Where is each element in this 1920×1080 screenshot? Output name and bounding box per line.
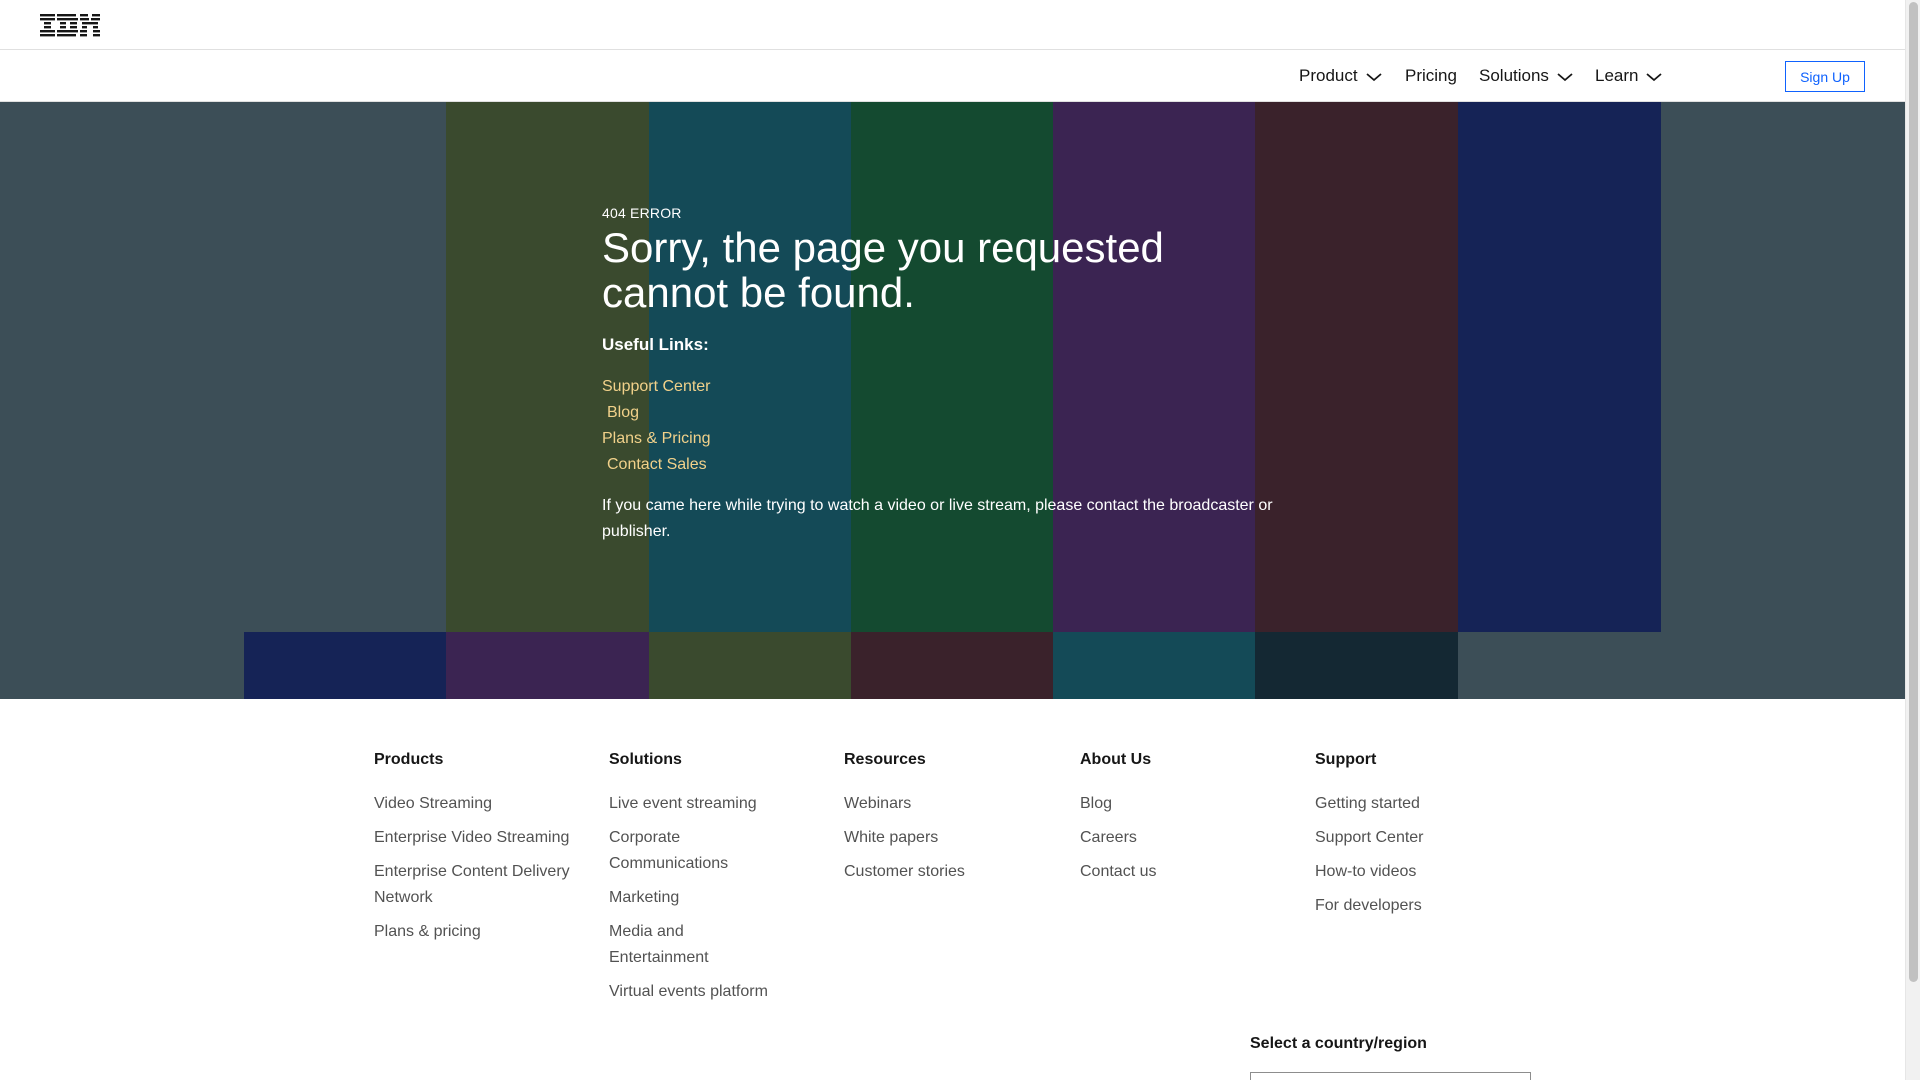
top-bar bbox=[0, 0, 1905, 50]
footer-column-title: Solutions bbox=[609, 751, 682, 768]
footer-link[interactable]: Customer stories bbox=[844, 859, 1054, 885]
footer-column-title: Products bbox=[374, 751, 444, 768]
error-content: 404 ERROR Sorry, the page you requested … bbox=[602, 205, 1292, 545]
chevron-down-icon bbox=[1646, 73, 1663, 82]
footer-column-about-us: About Us Blog Careers Contact us bbox=[1080, 751, 1290, 893]
footer-link[interactable]: Media and Entertainment bbox=[609, 919, 739, 971]
color-bar bbox=[244, 632, 446, 699]
error-hero: 404 ERROR Sorry, the page you requested … bbox=[0, 102, 1905, 699]
color-bar bbox=[1458, 102, 1661, 632]
footer-column-solutions: Solutions Live event streaming Corporate… bbox=[609, 751, 799, 1013]
footer-link[interactable]: Webinars bbox=[844, 791, 1054, 817]
footer-link[interactable]: Plans & pricing bbox=[374, 919, 584, 945]
footer-link[interactable]: Contact us bbox=[1080, 859, 1290, 885]
footer-column-products: Products Video Streaming Enterprise Vide… bbox=[374, 751, 584, 953]
scrollbar-thumb[interactable] bbox=[1909, 2, 1918, 982]
link-plans-pricing[interactable]: Plans & Pricing bbox=[602, 426, 1292, 452]
signup-button[interactable]: Sign Up bbox=[1785, 61, 1865, 92]
nav-solutions-label: Solutions bbox=[1479, 66, 1549, 85]
footer-link[interactable]: Enterprise Content Delivery Network bbox=[374, 859, 584, 911]
footer-link[interactable]: Live event streaming bbox=[609, 791, 799, 817]
broadcaster-note: If you came here while trying to watch a… bbox=[602, 497, 1273, 540]
footer-link[interactable]: For developers bbox=[1315, 893, 1525, 919]
footer-link[interactable]: Careers bbox=[1080, 825, 1290, 851]
footer-link[interactable]: Video Streaming bbox=[374, 791, 584, 817]
footer-link[interactable]: Enterprise Video Streaming bbox=[374, 825, 584, 851]
color-bar bbox=[1255, 632, 1458, 699]
chevron-down-icon bbox=[1557, 73, 1573, 82]
nav-product-label: Product bbox=[1299, 66, 1358, 85]
footer-link[interactable]: Support Center bbox=[1315, 825, 1525, 851]
link-blog[interactable]: Blog bbox=[602, 400, 1292, 426]
region-label: Select a country/region bbox=[1250, 1035, 1427, 1052]
page: Product Pricing Solutions Learn Sign Up … bbox=[0, 0, 1905, 1080]
nav-product[interactable]: Product bbox=[1299, 66, 1382, 86]
nav-pricing-label: Pricing bbox=[1405, 66, 1457, 85]
region-selector: Select a country/region bbox=[1250, 1035, 1427, 1053]
footer-link[interactable]: How-to videos bbox=[1315, 859, 1525, 885]
page-title: Sorry, the page you requested cannot be … bbox=[602, 224, 1164, 316]
footer-column-resources: Resources Webinars White papers Customer… bbox=[844, 751, 1054, 893]
nav-solutions[interactable]: Solutions bbox=[1479, 66, 1573, 86]
footer-link[interactable]: Virtual events platform bbox=[609, 979, 799, 1005]
footer-link[interactable]: Getting started bbox=[1315, 791, 1525, 817]
footer-link[interactable]: Marketing bbox=[609, 885, 799, 911]
link-contact-sales[interactable]: Contact Sales bbox=[602, 452, 1292, 478]
color-bar bbox=[649, 632, 851, 699]
link-support-center[interactable]: Support Center bbox=[602, 374, 1292, 400]
footer-column-title: About Us bbox=[1080, 751, 1152, 768]
useful-links: Support Center Blog Plans & Pricing Cont… bbox=[602, 374, 1292, 478]
nav-pricing[interactable]: Pricing bbox=[1405, 66, 1457, 86]
nav-learn-label: Learn bbox=[1595, 66, 1639, 85]
nav-learn[interactable]: Learn bbox=[1595, 66, 1663, 86]
color-bar bbox=[446, 632, 649, 699]
footer-column-title: Support bbox=[1315, 751, 1377, 768]
footer-link[interactable]: Corporate Communications bbox=[609, 825, 759, 877]
useful-links-title: Useful Links: bbox=[602, 335, 709, 354]
color-bar bbox=[1053, 632, 1255, 699]
footer-link[interactable]: Blog bbox=[1080, 791, 1290, 817]
footer-column-support: Support Getting started Support Center H… bbox=[1315, 751, 1525, 927]
region-select[interactable] bbox=[1250, 1072, 1531, 1080]
footer: Products Video Streaming Enterprise Vide… bbox=[0, 699, 1905, 1080]
error-code: 404 ERROR bbox=[602, 205, 682, 221]
chevron-down-icon bbox=[1366, 73, 1382, 82]
color-bar bbox=[851, 632, 1053, 699]
footer-link[interactable]: White papers bbox=[844, 825, 1054, 851]
main-nav: Product Pricing Solutions Learn Sign Up bbox=[0, 50, 1905, 102]
footer-column-title: Resources bbox=[844, 751, 926, 768]
vertical-scrollbar[interactable] bbox=[1905, 0, 1920, 1080]
ibm-logo[interactable] bbox=[40, 13, 100, 37]
